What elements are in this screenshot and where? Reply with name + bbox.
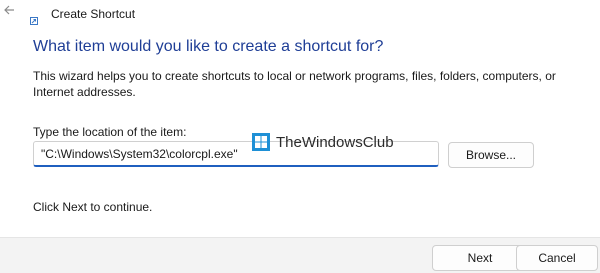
browse-button[interactable]: Browse...: [448, 142, 534, 168]
window-title: Create Shortcut: [51, 7, 136, 21]
continue-instruction: Click Next to continue.: [33, 200, 153, 214]
page-heading: What item would you like to create a sho…: [33, 38, 384, 55]
create-shortcut-dialog: Create Shortcut What item would you like…: [0, 0, 600, 273]
title-bar: Create Shortcut: [0, 0, 600, 28]
windows-club-logo-icon: [252, 133, 270, 151]
location-label: Type the location of the item:: [33, 125, 187, 139]
cancel-button[interactable]: Cancel: [516, 245, 598, 271]
shortcut-app-icon: [30, 12, 38, 25]
next-button[interactable]: Next: [432, 245, 528, 271]
wizard-description: This wizard helps you to create shortcut…: [33, 69, 556, 99]
watermark: TheWindowsClub: [252, 130, 394, 154]
back-arrow-icon[interactable]: [2, 2, 18, 18]
watermark-text: TheWindowsClub: [276, 133, 394, 151]
